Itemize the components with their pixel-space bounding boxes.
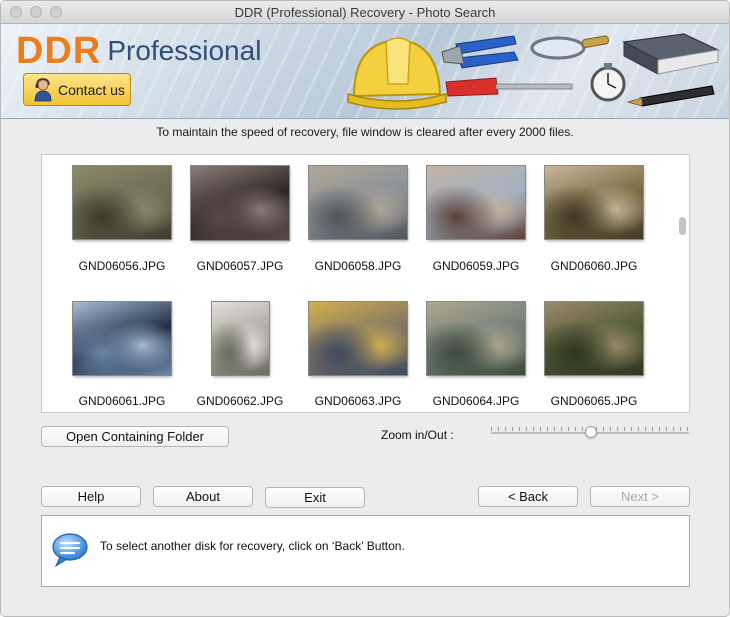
file-name-label: GND06063.JPG	[314, 394, 402, 408]
photo-thumbnail[interactable]	[73, 302, 171, 375]
file-name-label: GND06064.JPG	[432, 394, 520, 408]
contact-us-label: Contact us	[58, 82, 125, 98]
photo-thumbnail[interactable]	[427, 166, 525, 239]
contact-us-button[interactable]: Contact us	[23, 73, 131, 106]
logo-edition: Professional	[107, 35, 262, 66]
tools-illustration	[347, 33, 720, 110]
file-name-label: GND06062.JPG	[196, 394, 284, 408]
pen-icon	[626, 85, 715, 107]
next-button[interactable]: Next >	[590, 486, 690, 507]
photo-thumbnail[interactable]	[73, 166, 171, 239]
file-name-label: GND06061.JPG	[78, 394, 166, 408]
photo-thumbnail[interactable]	[545, 302, 643, 375]
photo-thumbnail[interactable]	[211, 302, 269, 375]
hard-hat-icon	[347, 37, 447, 110]
screwdriver-icon	[445, 77, 573, 97]
status-message-text: To select another disk for recovery, cli…	[100, 539, 405, 553]
status-message-panel: To select another disk for recovery, cli…	[41, 515, 690, 587]
title-bar: DDR (Professional) Recovery - Photo Sear…	[1, 1, 729, 24]
speech-bubble-icon	[52, 533, 88, 568]
zoom-slider[interactable]	[491, 425, 689, 441]
window-title: DDR (Professional) Recovery - Photo Sear…	[234, 5, 496, 20]
app-logo: DDR Professional	[16, 30, 261, 73]
exit-button[interactable]: Exit	[265, 487, 365, 508]
zoom-slider-knob[interactable]	[585, 426, 597, 438]
logo-brand: DDR	[16, 30, 102, 72]
file-name-label: GND06059.JPG	[432, 259, 520, 273]
info-message: To maintain the speed of recovery, file …	[156, 125, 574, 139]
app-window: DDR (Professional) Recovery - Photo Sear…	[0, 0, 730, 617]
magnifier-icon	[530, 35, 610, 60]
file-thumbnail-grid[interactable]: GND06056.JPG GND06057.JPG GND06058.JPG GND0…	[41, 154, 690, 413]
photo-thumbnail[interactable]	[191, 166, 289, 240]
open-containing-folder-button[interactable]: Open Containing Folder	[41, 426, 229, 447]
header-banner: DDR Professional Contact us	[1, 24, 729, 119]
photo-thumbnail[interactable]	[309, 302, 407, 375]
pliers-icon	[441, 35, 519, 69]
help-button[interactable]: Help	[41, 486, 141, 507]
book-icon	[622, 33, 720, 75]
file-name-label: GND06065.JPG	[550, 394, 638, 408]
photo-thumbnail[interactable]	[309, 166, 407, 239]
photo-thumbnail[interactable]	[427, 302, 525, 375]
zoom-label: Zoom in/Out :	[381, 428, 454, 442]
back-button[interactable]: < Back	[478, 486, 578, 507]
file-name-label: GND06060.JPG	[550, 259, 638, 273]
vertical-scrollbar-thumb[interactable]	[679, 217, 686, 235]
file-name-label: GND06057.JPG	[196, 259, 284, 273]
stopwatch-icon	[590, 63, 626, 102]
file-name-label: GND06056.JPG	[78, 259, 166, 273]
file-name-label: GND06058.JPG	[314, 259, 402, 273]
about-button[interactable]: About	[153, 486, 253, 507]
photo-thumbnail[interactable]	[545, 166, 643, 239]
support-person-icon	[34, 78, 52, 102]
